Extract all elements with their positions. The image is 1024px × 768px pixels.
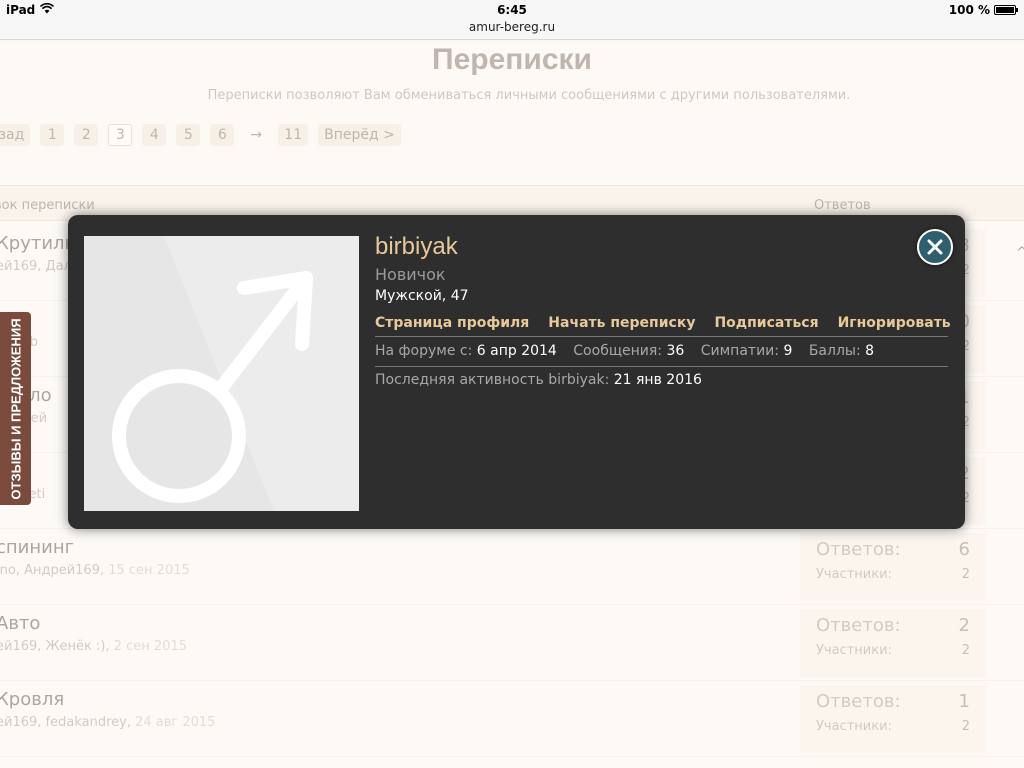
profile-actions: Страница профиля Начать переписку Подпис… — [375, 315, 951, 331]
divider — [375, 366, 948, 367]
points-value[interactable]: 8 — [865, 343, 874, 359]
status-bar: iPad 6:45 amur-bereg.ru 100 % — [0, 0, 1024, 40]
messages-value[interactable]: 36 — [666, 343, 684, 359]
likes-label: Симпатии: — [700, 343, 779, 359]
profile-stats: На форуме с: 6 апр 2014 Сообщения: 36 Си… — [375, 343, 886, 359]
likes-value: 9 — [783, 343, 793, 359]
last-activity-label: Последняя активность birbiyak: — [375, 372, 610, 388]
last-activity-value: 21 янв 2016 — [613, 372, 702, 388]
male-symbol-icon — [112, 236, 359, 511]
clock: 6:45 — [497, 3, 527, 17]
profile-page-link[interactable]: Страница профиля — [375, 315, 529, 331]
ignore-link[interactable]: Игнорировать — [838, 315, 951, 331]
messages-label: Сообщения: — [573, 343, 663, 359]
profile-gender-age: Мужской, 47 — [375, 288, 469, 304]
follow-link[interactable]: Подписаться — [714, 315, 818, 331]
last-activity: Последняя активность birbiyak: 21 янв 20… — [375, 372, 702, 388]
close-button[interactable] — [917, 229, 953, 265]
feedback-tab[interactable]: ОТЗЫВЫ И ПРЕДЛОЖЕНИЯ — [0, 312, 31, 505]
avatar[interactable] — [84, 236, 359, 511]
profile-rank: Новичок — [375, 265, 446, 284]
battery-icon — [994, 5, 1018, 15]
battery-percent: 100 % — [948, 3, 990, 17]
feedback-tab-label: ОТЗЫВЫ И ПРЕДЛОЖЕНИЯ — [8, 317, 23, 500]
status-right: 100 % — [948, 3, 1018, 17]
profile-username[interactable]: birbiyak — [375, 233, 458, 261]
address-bar[interactable]: amur-bereg.ru — [0, 20, 1024, 34]
joined-label: На форуме с: — [375, 343, 473, 359]
scroll-up-chevron-icon[interactable]: ^ — [1016, 245, 1024, 261]
member-card-popup: birbiyak Новичок Мужской, 47 Страница пр… — [68, 215, 965, 529]
divider — [375, 336, 948, 337]
close-icon — [927, 239, 943, 255]
start-conversation-link[interactable]: Начать переписку — [548, 315, 695, 331]
points-label: Баллы: — [808, 343, 861, 359]
joined-value: 6 апр 2014 — [476, 343, 557, 359]
